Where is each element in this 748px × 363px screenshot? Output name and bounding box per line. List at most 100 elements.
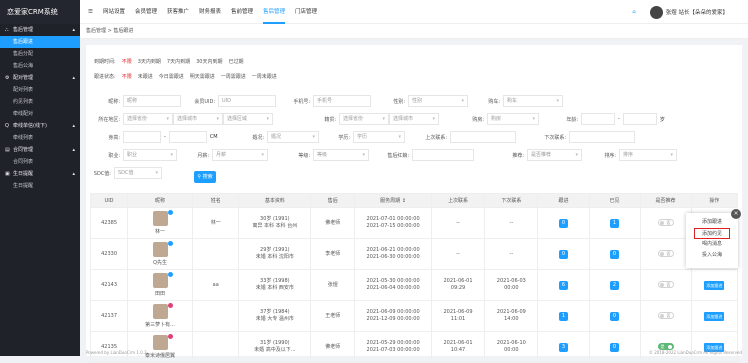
filter-option[interactable]: 7天内到期: [167, 58, 190, 65]
avatar[interactable]: [152, 333, 173, 350]
avatar[interactable]: [152, 271, 173, 288]
select-dropdown[interactable]: 选择区域: [223, 113, 273, 125]
select-dropdown[interactable]: 是否推荐: [527, 149, 582, 161]
text-input[interactable]: [581, 113, 615, 125]
filter-option[interactable]: 3天内到期: [138, 58, 161, 65]
sidebar-item[interactable]: 生日提醒: [0, 180, 80, 192]
recommend-toggle[interactable]: 否: [657, 281, 674, 288]
table-row[interactable]: 42330 Q先生 29岁 (1991) 未婚 本科 沈阳市 李老师 2021-06-21…: [89, 238, 739, 270]
select-dropdown[interactable]: 职业: [123, 149, 177, 161]
sidebar-item[interactable]: 约见列表: [0, 96, 80, 108]
tab-menu[interactable]: 售后管理: [263, 0, 286, 24]
table-header[interactable]: 跟进: [537, 193, 590, 208]
filter-option[interactable]: 一周需跟进: [221, 73, 246, 80]
text-input[interactable]: UID: [218, 95, 276, 107]
sidebar-item[interactable]: 合同列表: [0, 156, 80, 168]
filter-option[interactable]: 不限: [122, 73, 132, 80]
avatar[interactable]: [152, 302, 173, 319]
home-icon[interactable]: ⌂: [632, 9, 636, 15]
sidebar-item[interactable]: 牵线列表: [0, 132, 80, 144]
follow-count-badge[interactable]: 0: [558, 249, 568, 259]
sidebar-group[interactable]: ▣ 生日提醒 ▴: [0, 168, 80, 180]
text-input[interactable]: 手机号: [313, 95, 371, 107]
table-header[interactable]: UID: [89, 193, 129, 208]
select-dropdown[interactable]: 学历: [353, 131, 405, 143]
table-header[interactable]: 下次联系: [484, 193, 539, 208]
follow-count-badge[interactable]: 0: [558, 218, 568, 228]
popup-menu-item[interactable]: 投入公海: [686, 250, 738, 261]
filter-option[interactable]: 一周未跟进: [252, 73, 277, 80]
select-dropdown[interactable]: 选择城市: [173, 113, 223, 125]
seen-count-badge[interactable]: 0: [610, 311, 619, 321]
select-dropdown[interactable]: 选择省份: [123, 113, 173, 125]
sidebar-group[interactable]: ⛬ 售后管理 ▴: [0, 24, 80, 36]
recommend-toggle[interactable]: 否: [657, 219, 674, 226]
follow-count-badge[interactable]: 1: [558, 311, 568, 321]
text-input[interactable]: [450, 131, 516, 143]
sidebar-item[interactable]: 售后分配: [0, 48, 80, 60]
table-row[interactable]: 42143 田田 aa 33岁 (1998) 未婚 本科 西安市 张煜 2021-05-30…: [89, 269, 739, 301]
sidebar-item[interactable]: 牵线配对: [0, 108, 80, 120]
sidebar-group[interactable]: ⚙ 配对管理 ▴: [0, 72, 80, 84]
select-dropdown[interactable]: 等级: [313, 149, 369, 161]
search-button[interactable]: ⚲ 搜索: [194, 171, 216, 183]
filter-option[interactable]: 30天内到期: [196, 58, 222, 65]
sidebar-item[interactable]: 售后公海: [0, 60, 80, 72]
text-input[interactable]: [123, 131, 161, 143]
table-header[interactable]: 姓名: [192, 193, 240, 208]
avatar[interactable]: [152, 240, 173, 257]
avatar[interactable]: [649, 5, 663, 19]
select-dropdown[interactable]: 购车: [503, 95, 563, 107]
filter-option[interactable]: 不限: [122, 58, 132, 65]
select-dropdown[interactable]: 月薪: [212, 149, 268, 161]
popup-menu-item[interactable]: 添加跟进: [686, 217, 738, 228]
sidebar-item[interactable]: 售后跟进: [0, 36, 80, 48]
select-dropdown[interactable]: 选择城市: [389, 113, 439, 125]
sidebar-group[interactable]: ▤ 合同管理 ▴: [0, 144, 80, 156]
select-dropdown[interactable]: 选择省份: [339, 113, 389, 125]
select-dropdown[interactable]: SDC值: [114, 167, 162, 179]
select-dropdown[interactable]: 婚况: [267, 131, 319, 143]
filter-option[interactable]: 已过期: [228, 58, 243, 65]
table-header[interactable]: 服务周期 ↕: [354, 193, 432, 208]
tab-menu[interactable]: 门店管理: [295, 0, 317, 24]
table-row[interactable]: 42135 泰米诗俄居翼 31岁 (1990) 未婚 高中及以下... 佛老师 2021-…: [89, 331, 739, 363]
sidebar-group[interactable]: Q 牵线单信(线下) ▴: [0, 120, 80, 132]
select-dropdown[interactable]: 购房: [487, 113, 539, 125]
filter-option[interactable]: 明天需跟进: [190, 73, 215, 80]
popup-menu-item[interactable]: 喝内消息: [686, 239, 738, 250]
tab-menu[interactable]: 会员管理: [135, 0, 157, 24]
select-dropdown[interactable]: 排序: [619, 149, 677, 161]
recommend-toggle[interactable]: 是: [657, 343, 674, 350]
tab-menu[interactable]: 财务报表: [199, 0, 221, 24]
popup-menu-item[interactable]: 添加约见: [694, 228, 730, 239]
table-header[interactable]: 已见: [588, 193, 641, 208]
user-name[interactable]: 张煜 站长【朵朵的爱家】: [666, 8, 728, 16]
text-input[interactable]: [168, 131, 207, 143]
table-header[interactable]: 基本资料: [238, 193, 312, 208]
menu-toggle-icon[interactable]: ☰: [88, 0, 93, 24]
recommend-toggle[interactable]: 否: [657, 312, 674, 319]
text-input[interactable]: 昵称: [123, 95, 181, 107]
recommend-toggle[interactable]: 否: [657, 250, 674, 257]
text-input[interactable]: [569, 131, 635, 143]
follow-count-badge[interactable]: 6: [558, 280, 568, 290]
close-icon[interactable]: ×: [731, 209, 741, 219]
filter-option[interactable]: 今日需跟进: [159, 73, 184, 80]
table-header[interactable]: 昵称: [127, 193, 194, 208]
seen-count-badge[interactable]: 1: [610, 218, 619, 228]
filter-option[interactable]: 未跟进: [138, 73, 153, 80]
add-follow-button[interactable]: 添加跟进: [704, 311, 725, 321]
sidebar-item[interactable]: 配对列表: [0, 84, 80, 96]
text-input[interactable]: [412, 149, 474, 161]
tab-menu[interactable]: 获客推广: [167, 0, 189, 24]
seen-count-badge[interactable]: 0: [610, 249, 619, 259]
table-header[interactable]: 操作: [690, 193, 739, 208]
table-header[interactable]: 售后: [310, 193, 356, 208]
add-follow-button[interactable]: 添加跟进: [704, 280, 725, 290]
table-row[interactable]: 42137 第三萝卜有... 37岁 (1984) 未婚 大专 温州市 王老师 2021-…: [89, 300, 739, 332]
select-dropdown[interactable]: 性别: [408, 95, 468, 107]
tab-menu[interactable]: 售前管理: [231, 0, 253, 24]
table-header[interactable]: 上次联系: [430, 193, 486, 208]
text-input[interactable]: [622, 113, 657, 125]
